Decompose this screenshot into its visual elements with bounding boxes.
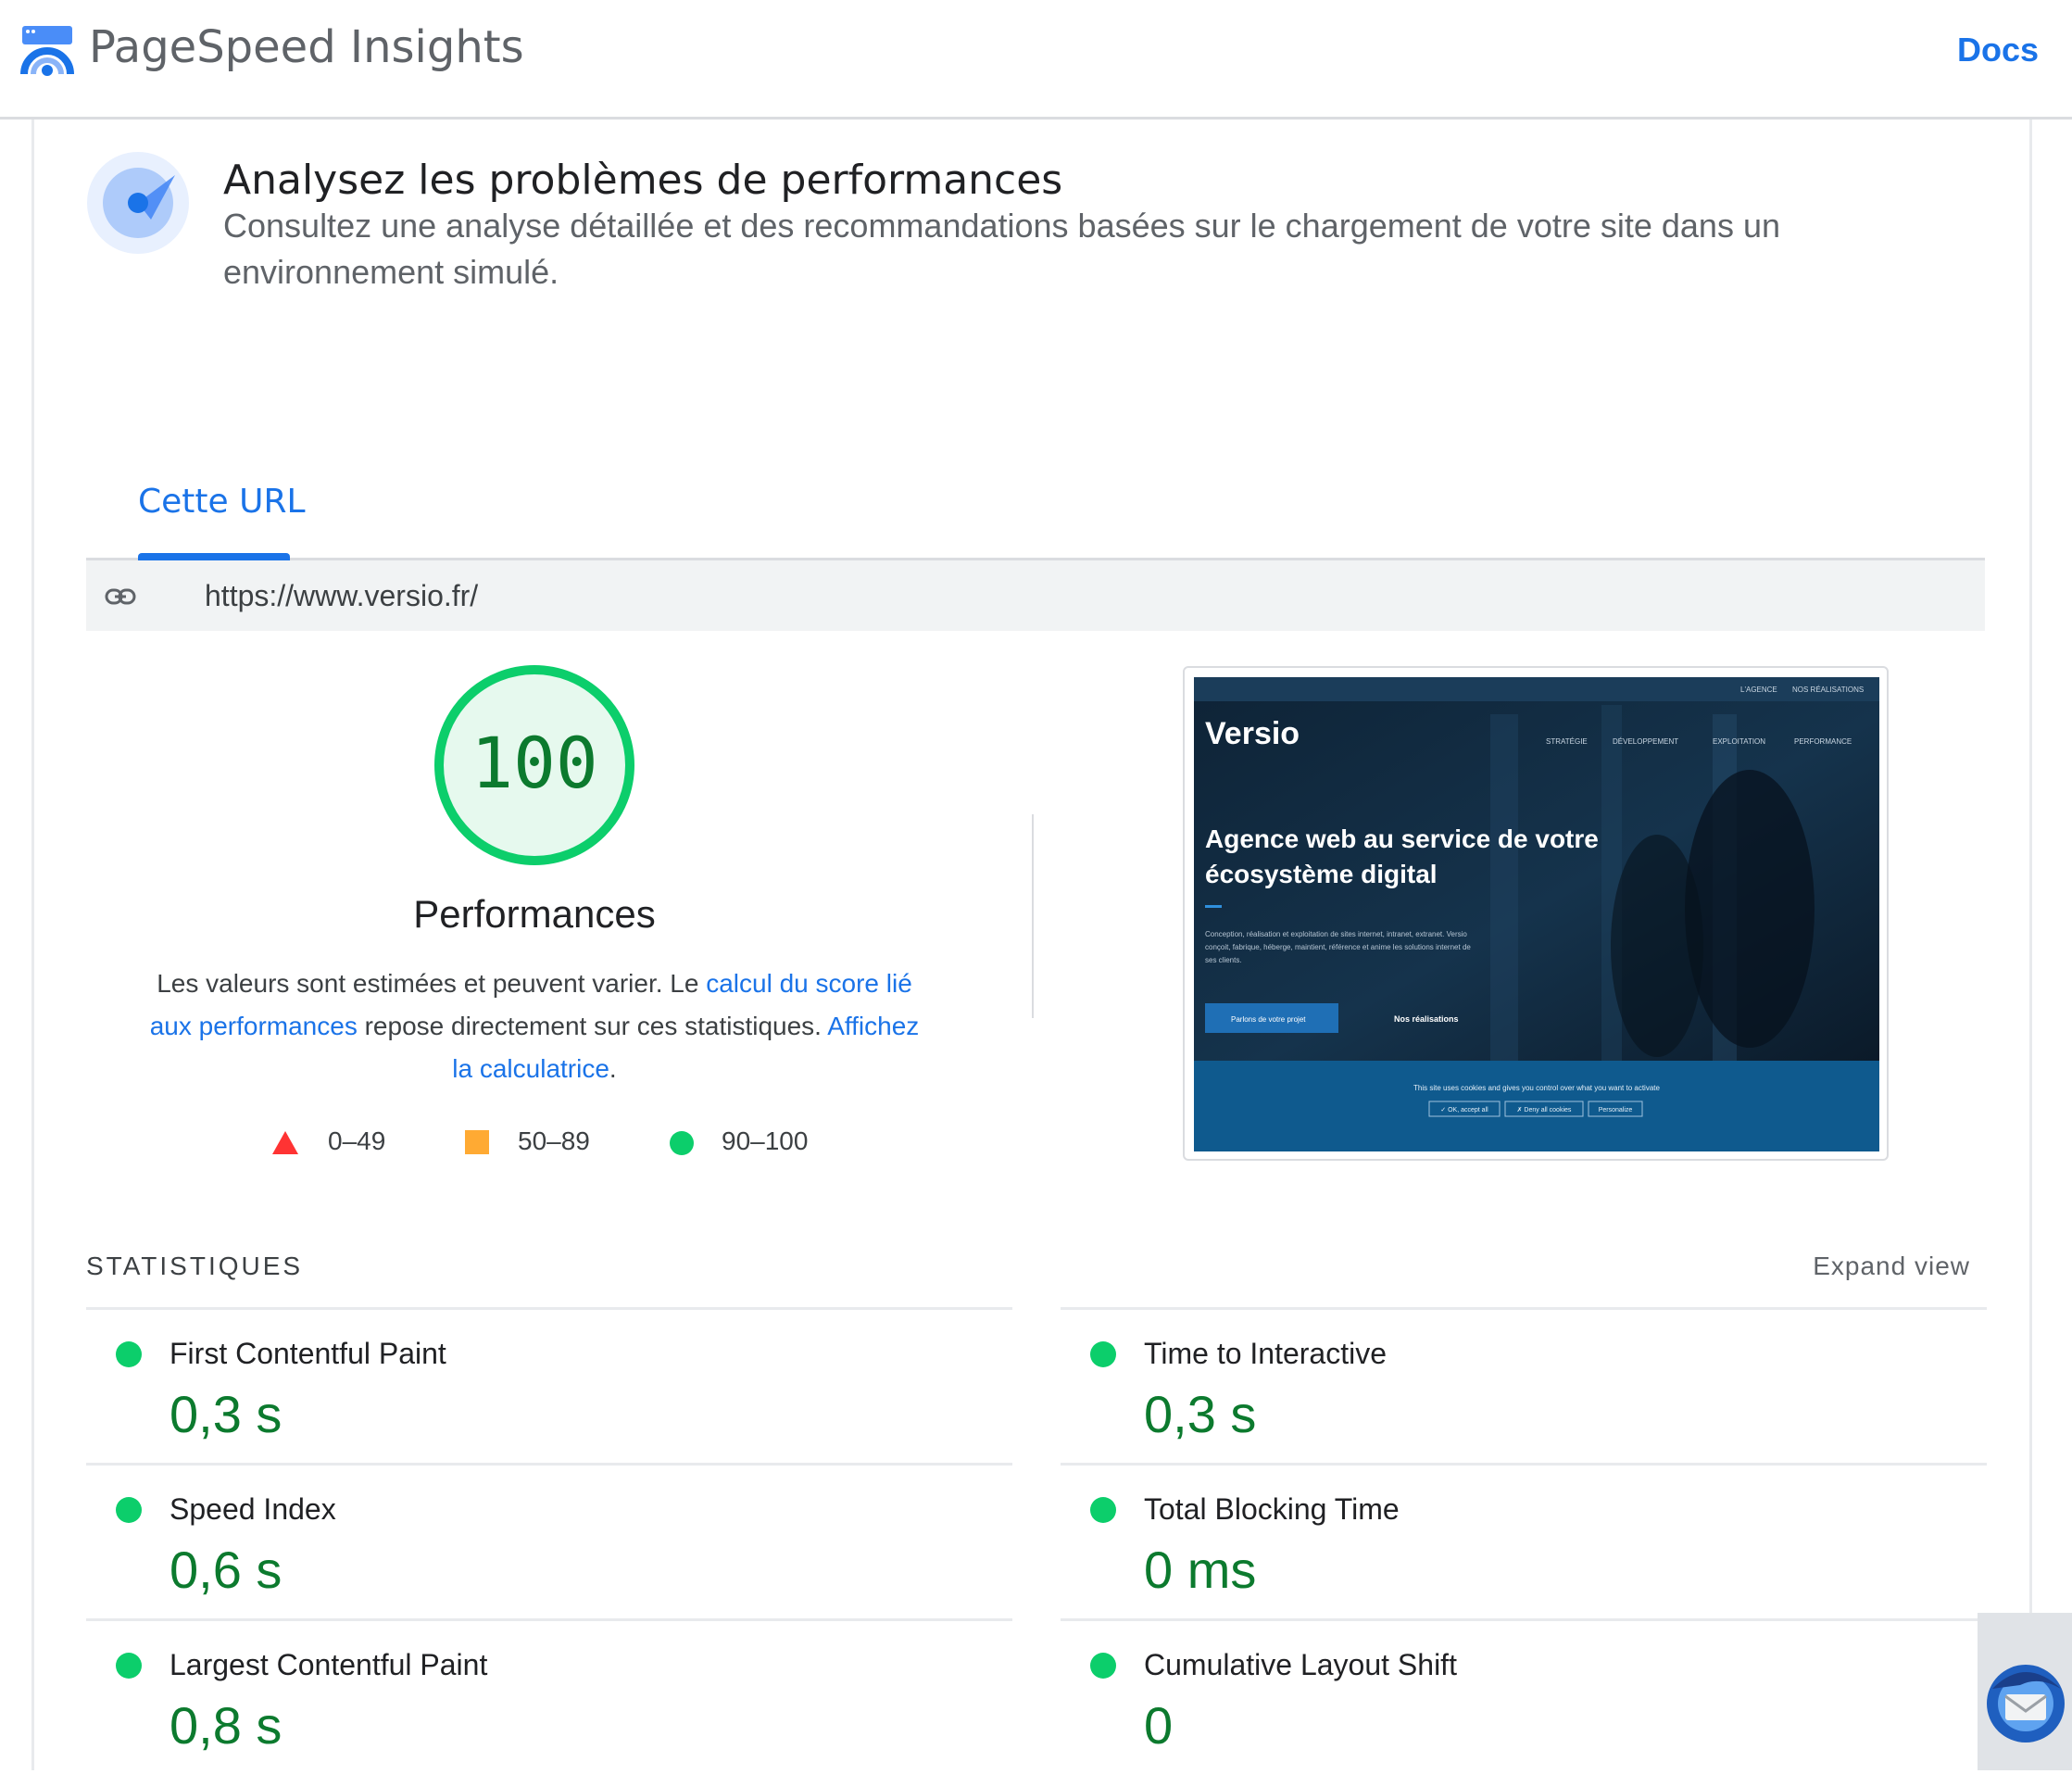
metric-name: Largest Contentful Paint <box>170 1648 488 1681</box>
section-description: Consultez une analyse détaillée et des r… <box>223 207 1780 291</box>
pass-circle-icon <box>116 1341 142 1367</box>
metric-cumulative-layout-shift[interactable]: Cumulative Layout Shift 0 <box>1061 1618 1987 1774</box>
metric-total-blocking-time[interactable]: Total Blocking Time 0 ms <box>1061 1463 1987 1618</box>
app-title[interactable]: PageSpeed Insights <box>89 19 524 76</box>
page-screenshot: L'AGENCE NOS RÉALISATIONS Versio STRATÉG… <box>1183 666 1889 1161</box>
metric-value: 0,3 s <box>1144 1385 1257 1443</box>
preview-headline: Agence web au service de votre <box>1205 824 1599 853</box>
link-icon <box>105 588 136 605</box>
score-legend: 0–49 50–89 90–100 <box>34 1118 1053 1164</box>
preview-cta-secondary: Nos réalisations <box>1394 1014 1459 1024</box>
metric-largest-contentful-paint[interactable]: Largest Contentful Paint 0,8 s <box>86 1618 1012 1774</box>
description-text: repose directement sur ces statistiques. <box>357 1012 828 1040</box>
description-text: Les valeurs sont estimées et peuvent var… <box>157 969 707 998</box>
analyzed-url-bar: https://www.versio.fr/ <box>86 560 1985 631</box>
metric-name: Total Blocking Time <box>1144 1492 1400 1526</box>
preview-cta-primary: Parlons de votre projet <box>1231 1015 1306 1024</box>
report-card: Analysez les problèmes de performances C… <box>31 120 2032 1770</box>
tab-bar: Cette URL <box>86 444 1985 560</box>
pass-circle-icon <box>116 1653 142 1679</box>
statistics-header: STATISTIQUES <box>86 1252 304 1280</box>
metric-value: 0,6 s <box>170 1541 283 1599</box>
preview-body-text: ses clients. <box>1205 956 1242 964</box>
pass-circle-icon <box>1090 1653 1116 1679</box>
preview-body-text: Conception, réalisation et exploitation … <box>1205 930 1467 938</box>
metric-name: Time to Interactive <box>1144 1337 1388 1370</box>
preview-nav-item: EXPLOITATION <box>1713 737 1765 746</box>
legend-average-range: 50–89 <box>518 1126 590 1155</box>
average-square-icon <box>465 1130 489 1154</box>
thunderbird-widget[interactable] <box>1978 1613 2072 1770</box>
description-text: . <box>609 1054 617 1083</box>
preview-top-link: L'AGENCE <box>1740 686 1777 694</box>
performance-score-label: Performances <box>413 892 656 936</box>
pass-circle-icon <box>116 1497 142 1523</box>
preview-top-link: NOS RÉALISATIONS <box>1792 686 1864 694</box>
thunderbird-icon[interactable] <box>1983 1661 2068 1746</box>
preview-cookie-button: ✗ Deny all cookies <box>1517 1106 1572 1113</box>
metric-value: 0,3 s <box>170 1385 283 1443</box>
metric-value: 0 ms <box>1144 1541 1257 1599</box>
metric-value: 0,8 s <box>170 1696 283 1755</box>
fail-triangle-icon <box>272 1131 298 1154</box>
tab-this-url[interactable]: Cette URL <box>138 479 306 525</box>
top-bar: PageSpeed Insights Docs <box>0 0 2072 120</box>
metric-name: Cumulative Layout Shift <box>1144 1648 1457 1681</box>
pass-circle-icon <box>1090 1497 1116 1523</box>
active-tab-indicator <box>138 553 290 560</box>
metric-speed-index[interactable]: Speed Index 0,6 s <box>86 1463 1012 1618</box>
preview-cookie-button: Personalize <box>1599 1107 1633 1113</box>
score-description: Les valeurs sont estimées et peuvent var… <box>136 962 933 1090</box>
performance-score-value: 100 <box>471 722 598 804</box>
metric-name: First Contentful Paint <box>170 1337 446 1370</box>
preview-nav-item: PERFORMANCE <box>1794 737 1852 746</box>
lab-radar-icon <box>87 152 189 254</box>
vertical-divider <box>1032 814 1034 1018</box>
metric-name: Speed Index <box>170 1492 336 1526</box>
pagespeed-gauge-icon[interactable] <box>19 22 76 80</box>
preview-cookie-text: This site uses cookies and gives you con… <box>1413 1084 1660 1092</box>
pass-circle-icon <box>1090 1341 1116 1367</box>
preview-nav-item: STRATÉGIE <box>1546 737 1588 746</box>
metric-first-contentful-paint[interactable]: First Contentful Paint 0,3 s <box>86 1307 1012 1463</box>
docs-link[interactable]: Docs <box>1957 28 2039 72</box>
expand-view-button[interactable]: Expand view <box>1813 1248 1970 1285</box>
legend-fail-range: 0–49 <box>328 1126 386 1155</box>
preview-logo: Versio <box>1205 716 1300 751</box>
page-screenshot-image: L'AGENCE NOS RÉALISATIONS Versio STRATÉG… <box>1194 677 1879 1151</box>
pass-circle-icon <box>670 1131 694 1155</box>
metric-value: 0 <box>1144 1696 1174 1755</box>
metric-time-to-interactive[interactable]: Time to Interactive 0,3 s <box>1061 1307 1987 1463</box>
legend-pass-range: 90–100 <box>722 1126 809 1155</box>
preview-cookie-button: ✓ OK, accept all <box>1440 1107 1488 1113</box>
analyzed-url[interactable]: https://www.versio.fr/ <box>205 573 478 618</box>
preview-headline: écosystème digital <box>1205 860 1438 888</box>
preview-body-text: conçoit, fabrique, héberge, maintient, r… <box>1205 943 1471 951</box>
preview-nav-item: DÉVELOPPEMENT <box>1613 737 1678 746</box>
section-title: Analysez les problèmes de performances <box>223 157 1063 204</box>
